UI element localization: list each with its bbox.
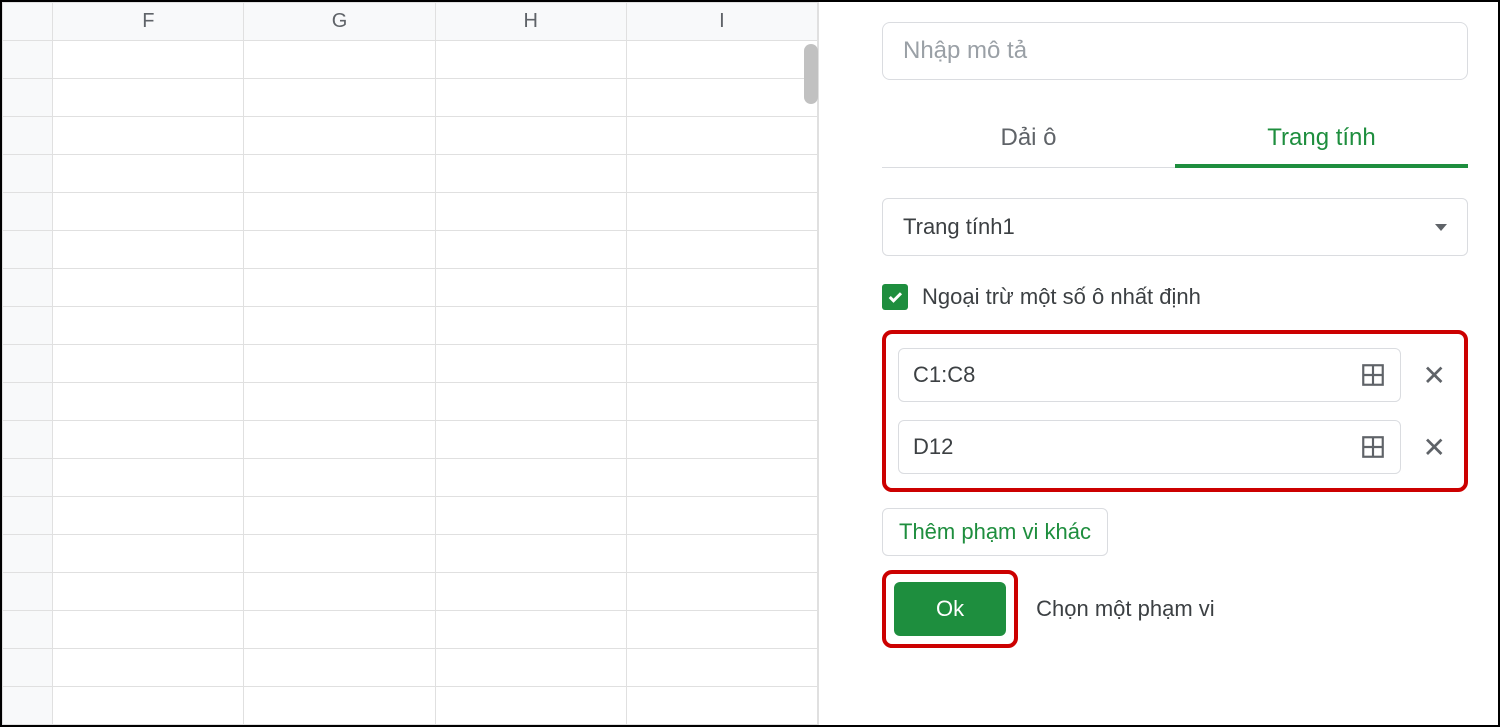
column-header-g[interactable]: G <box>244 3 435 41</box>
range-input-1[interactable]: C1:C8 <box>898 348 1401 402</box>
tab-group: Dải ô Trang tính <box>882 112 1468 168</box>
description-placeholder: Nhập mô tả <box>903 37 1027 65</box>
close-icon[interactable]: ✕ <box>1417 355 1452 396</box>
column-header-f[interactable]: F <box>53 3 244 41</box>
checkbox-checked-icon[interactable] <box>882 284 908 310</box>
except-cells-label: Ngoại trừ một số ô nhất định <box>922 284 1201 310</box>
spreadsheet-area[interactable]: F G H I <box>2 2 818 725</box>
ok-highlight-box: Ok <box>882 570 1018 648</box>
corner-cell[interactable] <box>3 3 53 41</box>
chevron-down-icon <box>1435 224 1447 231</box>
column-header-i[interactable]: I <box>626 3 817 41</box>
tab-sheet[interactable]: Trang tính <box>1175 112 1468 168</box>
close-icon[interactable]: ✕ <box>1417 427 1452 468</box>
ranges-highlight-box: C1:C8 ✕ D12 ✕ <box>882 330 1468 492</box>
choose-range-label: Chọn một phạm vi <box>1036 594 1215 625</box>
ok-button[interactable]: Ok <box>894 582 1006 636</box>
range-input-2[interactable]: D12 <box>898 420 1401 474</box>
spreadsheet-grid[interactable]: F G H I <box>2 2 818 725</box>
range-value: C1:C8 <box>913 362 975 388</box>
vertical-scrollbar[interactable] <box>804 44 818 104</box>
bottom-action-row: Ok Chọn một phạm vi <box>882 570 1468 648</box>
grid-icon[interactable] <box>1360 434 1386 460</box>
tab-range[interactable]: Dải ô <box>882 112 1175 168</box>
column-header-h[interactable]: H <box>435 3 626 41</box>
description-input[interactable]: Nhập mô tả <box>882 22 1468 80</box>
except-cells-checkbox-row[interactable]: Ngoại trừ một số ô nhất định <box>882 284 1468 310</box>
add-range-button[interactable]: Thêm phạm vi khác <box>882 508 1108 556</box>
grid-icon[interactable] <box>1360 362 1386 388</box>
range-row: D12 ✕ <box>898 420 1452 474</box>
range-value: D12 <box>913 434 953 460</box>
sheet-select-dropdown[interactable]: Trang tính1 <box>882 198 1468 256</box>
panel-divider <box>818 2 846 725</box>
protect-sheet-sidebar: Nhập mô tả Dải ô Trang tính Trang tính1 … <box>846 2 1498 725</box>
sheet-select-value: Trang tính1 <box>903 214 1015 240</box>
range-row: C1:C8 ✕ <box>898 348 1452 402</box>
